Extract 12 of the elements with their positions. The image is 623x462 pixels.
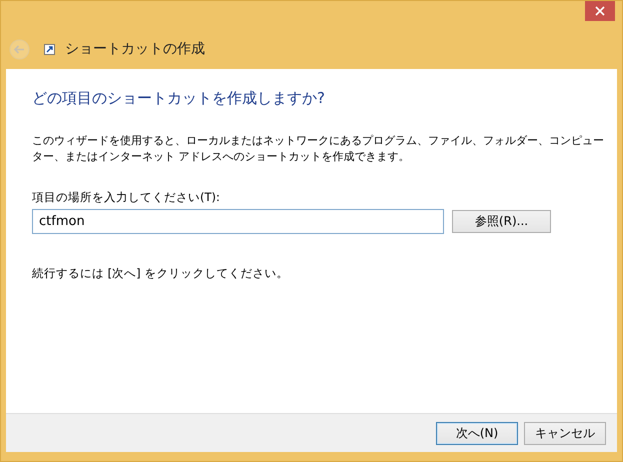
shortcut-icon: [44, 44, 55, 54]
cancel-button[interactable]: キャンセル: [524, 422, 606, 444]
hint-text: 続行するには [次へ] をクリックしてください。: [32, 266, 290, 281]
browse-button[interactable]: 参照(R)...: [452, 210, 551, 233]
window-title: ショートカットの作成: [65, 40, 205, 58]
description-text: このウィザードを使用すると、ローカルまたはネットワークにあるプログラム、ファイル、フォルダー、コンピューター、またはインターネット アドレスへのショートカットを作成できます。: [32, 133, 605, 165]
next-button[interactable]: 次へ(N): [436, 422, 518, 444]
wizard-heading: どの項目のショートカットを作成しますか?: [32, 89, 326, 108]
close-button[interactable]: [585, 1, 615, 21]
location-label: 項目の場所を入力してください(T):: [32, 190, 221, 205]
location-input[interactable]: ctfmon: [32, 209, 444, 234]
close-icon: [595, 6, 605, 16]
